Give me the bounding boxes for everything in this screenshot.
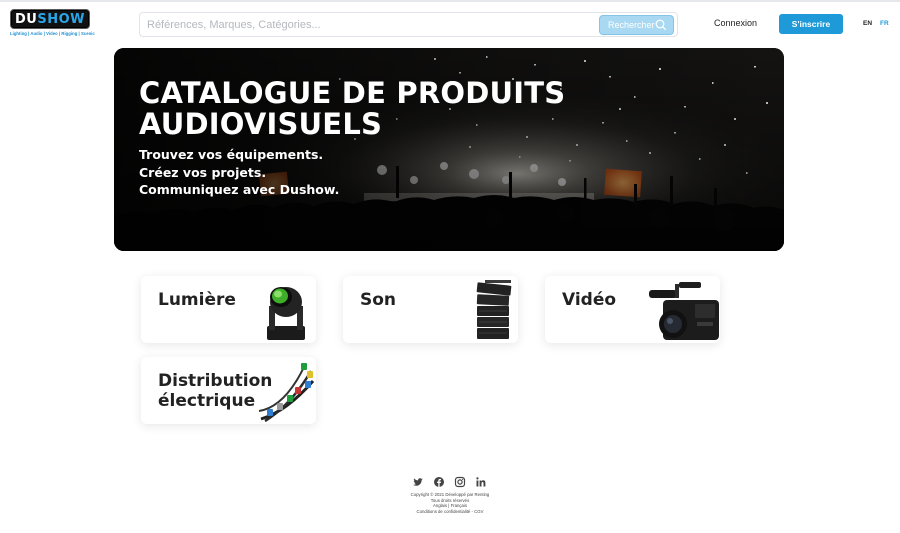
logo-wordmark: DUSHOW [15,12,85,27]
hero-subtitle: Trouvez vos équipements. Créez vos proje… [139,146,339,199]
video-camera-icon [649,282,719,340]
category-card-label: Lumière [158,290,236,310]
footer-cgv-link[interactable]: CGV [474,509,483,514]
footer-lang-fr[interactable]: Français [451,503,467,508]
logo-tagline: Lighting | Audio | Video | Rigging | Sce… [10,31,95,36]
footer-legal-separator: - [471,508,473,514]
footer-lang-en[interactable]: Anglais [433,503,447,508]
twitter-icon[interactable] [412,476,424,488]
language-fr[interactable]: FR [880,20,889,27]
search-button[interactable]: Rechercher [599,15,674,35]
header: DUSHOW Lighting | Audio | Video | Riggin… [0,0,900,44]
linkedin-icon[interactable] [475,476,487,488]
search-button-label: Rechercher [608,20,655,30]
instagram-icon[interactable] [454,476,466,488]
logo-box: DUSHOW [10,9,90,29]
category-card-label: Son [360,290,397,310]
language-en[interactable]: EN [863,20,872,27]
category-card-label-line1: Distribution [158,371,273,391]
footer-copyright: Copyright © 2021 Développé par Renting [410,492,490,497]
search-input[interactable] [140,13,595,36]
footer-languages: Anglais | Français [0,503,900,508]
hero-subtitle-line1: Trouvez vos équipements. [139,147,324,162]
category-card-distribution-electrique[interactable]: Distribution électrique [141,357,316,424]
hero-subtitle-line3: Communiquez avec Dushow. [139,182,340,197]
facebook-icon[interactable] [433,476,445,488]
category-card-son[interactable]: Son [343,276,518,343]
login-link[interactable]: Connexion [714,18,757,28]
footer-legal: Conditions de confidentialité - CGV [0,509,900,514]
hero-subtitle-line2: Créez vos projets. [139,164,267,180]
logo-text-show: SHOW [37,11,85,27]
hero-title: CATALOGUE DE PRODUITS AUDIOVISUELS [139,78,565,140]
hero-banner: CATALOGUE DE PRODUITS AUDIOVISUELS Trouv… [114,48,784,251]
logo-text-du: DU [15,11,38,27]
footer-rights: Tous droits réservés [430,497,470,503]
category-card-label: Distribution électrique [158,371,272,411]
hero-title-line2: AUDIOVISUELS [139,107,383,141]
footer-lang-separator: | [448,503,450,508]
power-cables-icon [258,363,315,423]
category-card-video[interactable]: Vidéo [545,276,720,343]
line-array-speaker-icon [476,280,512,339]
signup-button[interactable]: S'inscrire [779,14,843,34]
search-bar: Rechercher [139,12,678,37]
moving-head-light-icon [267,287,305,340]
search-icon [655,19,667,31]
footer-privacy-link[interactable]: Conditions de confidentialité [417,509,471,514]
category-card-label: Vidéo [562,290,617,310]
category-card-label-line2: électrique [158,391,256,411]
hero-title-line1: CATALOGUE DE PRODUITS [139,76,566,110]
dushow-logo[interactable]: DUSHOW Lighting | Audio | Video | Riggin… [10,9,95,39]
category-card-lumiere[interactable]: Lumière [141,276,316,343]
